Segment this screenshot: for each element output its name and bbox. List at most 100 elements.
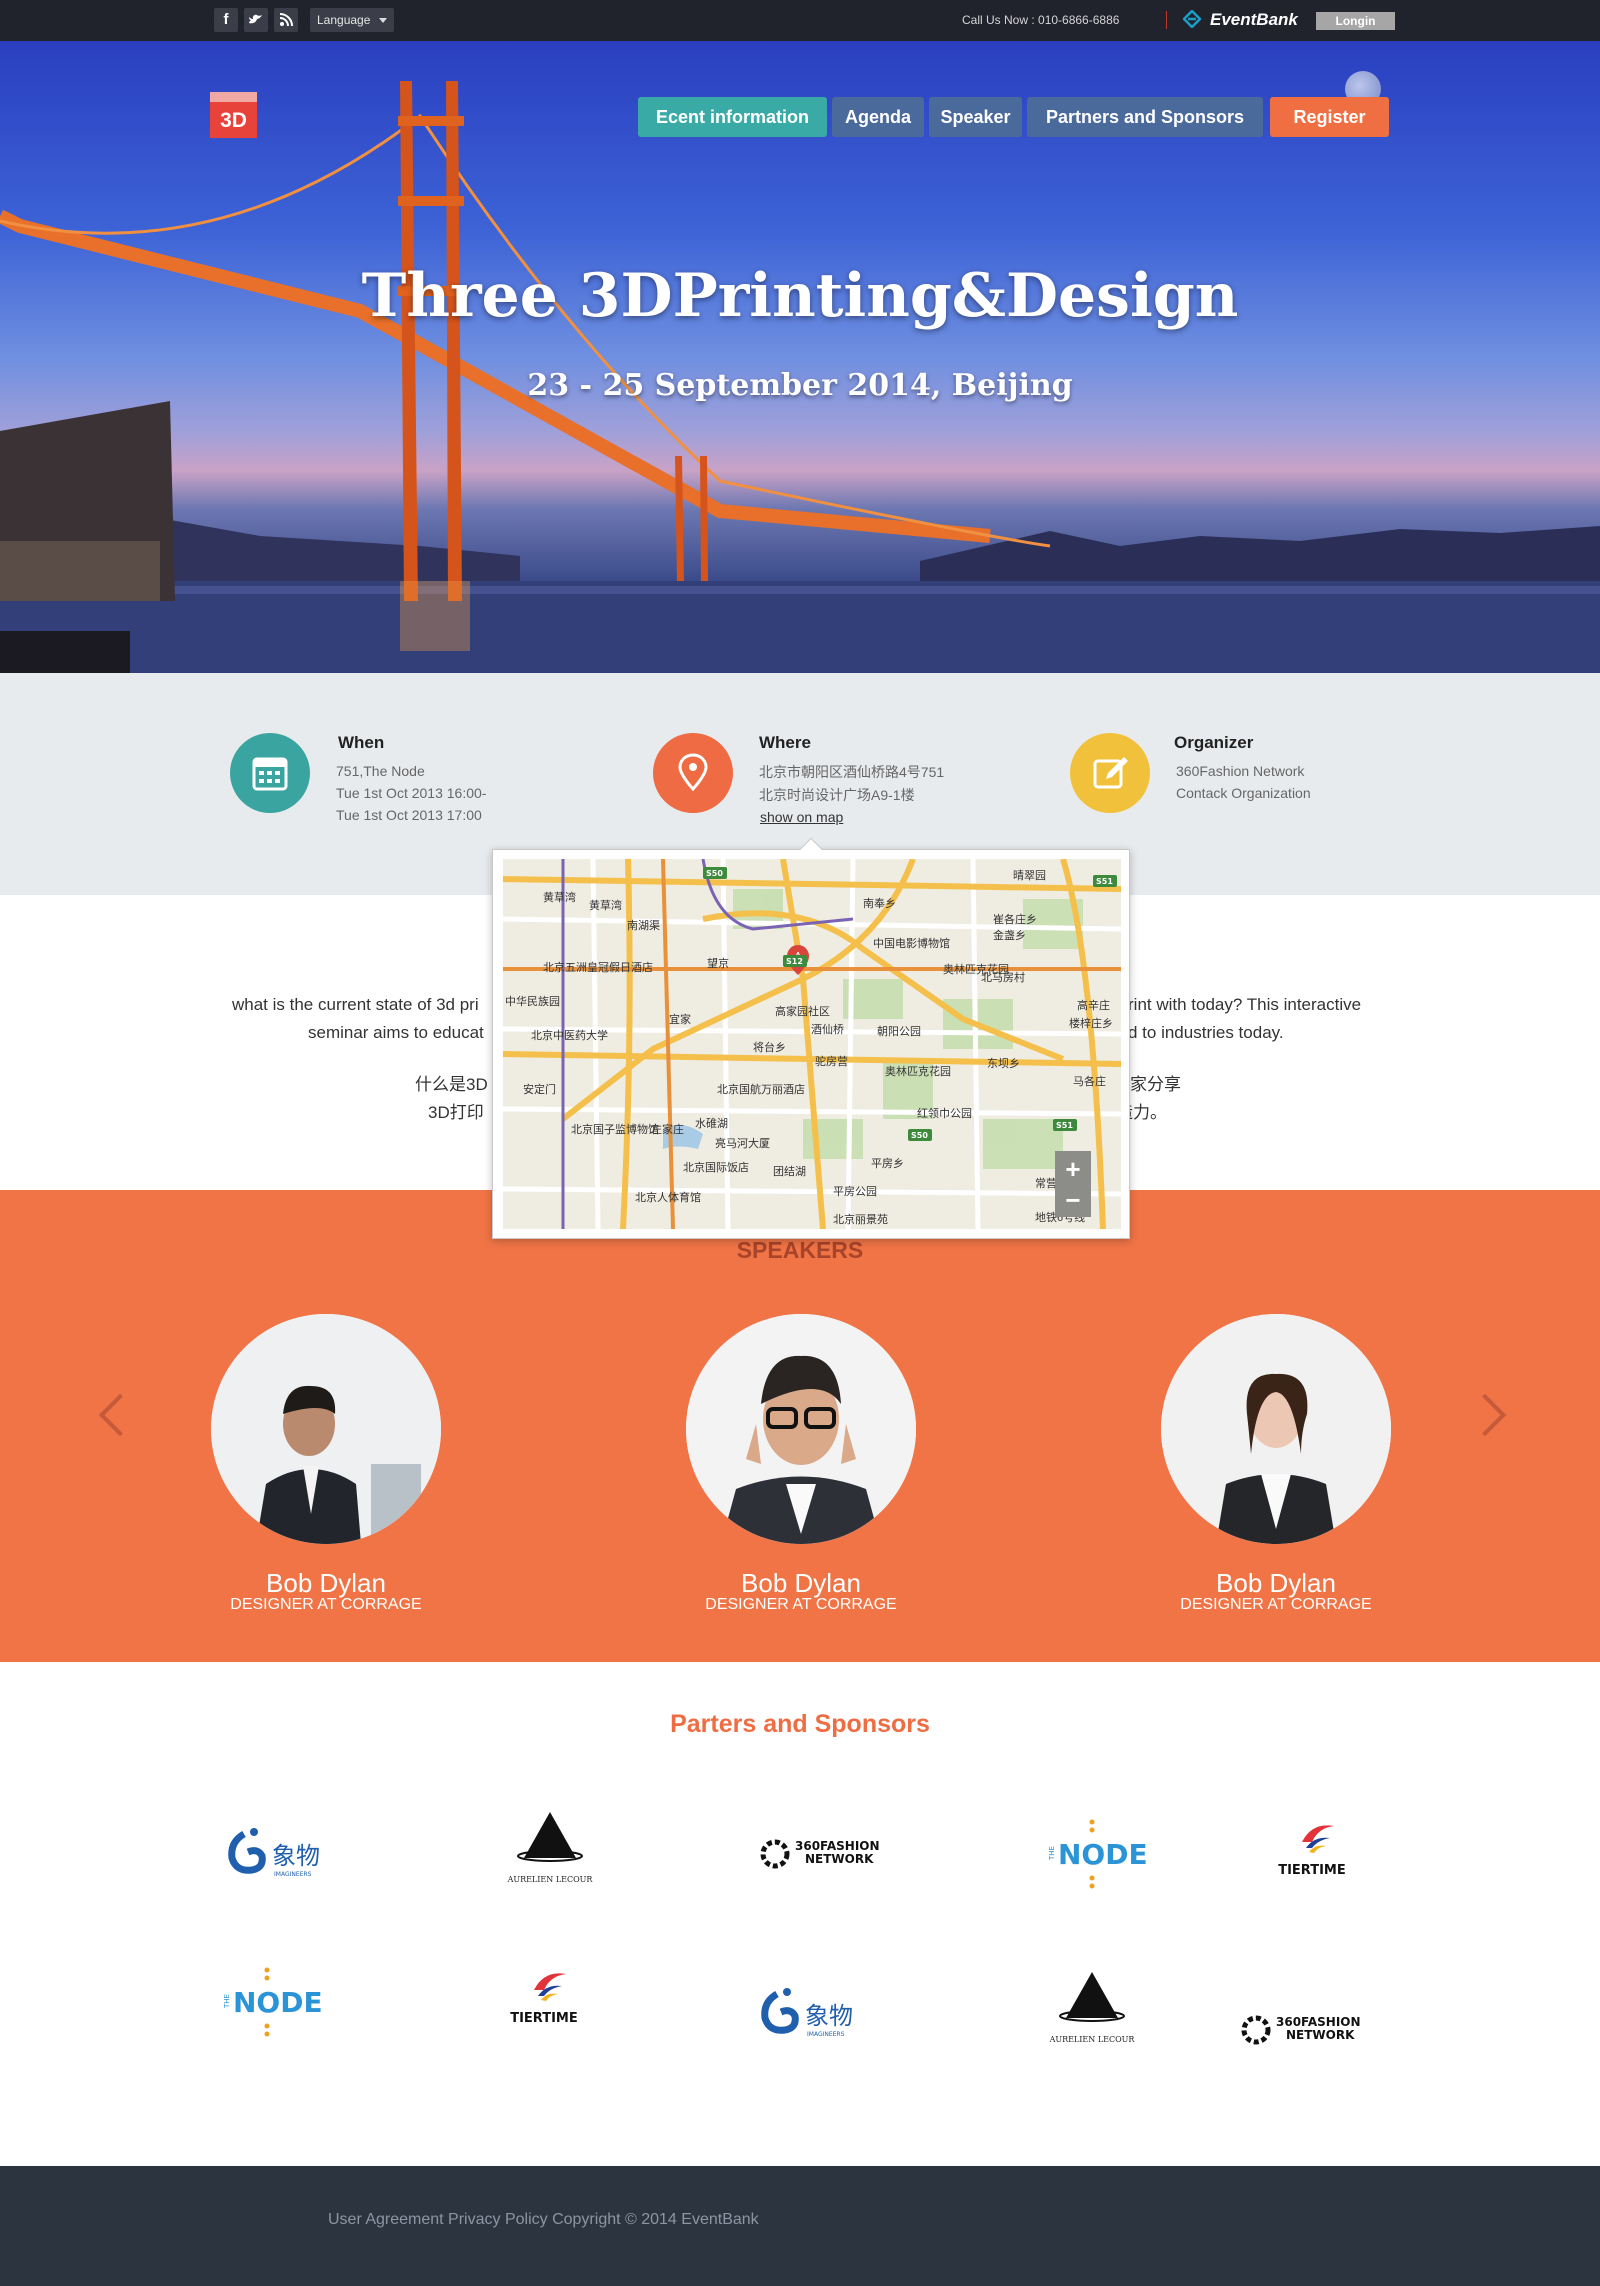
map-label: 驼房营: [815, 1056, 848, 1068]
map-label: 安定门: [523, 1084, 556, 1096]
map-label: 高辛庄: [1077, 1000, 1110, 1012]
speakers-title: SPEAKERS: [736, 1237, 864, 1263]
speaker-name[interactable]: Bob Dylan: [636, 1568, 966, 1599]
speaker-role: DESIGNER AT CORRAGE: [230, 1596, 422, 1613]
avatar[interactable]: [211, 1314, 441, 1544]
tiertime-logo[interactable]: TIERTIME: [1242, 1812, 1382, 1892]
nav-event-information[interactable]: Ecent information: [638, 97, 827, 137]
chevron-right-icon[interactable]: [1463, 1393, 1507, 1437]
map-label: 亮马河大厦: [715, 1138, 770, 1150]
svg-text:象物: 象物: [272, 1842, 320, 1870]
svg-text:TIERTIME: TIERTIME: [1278, 1863, 1346, 1878]
footer-links[interactable]: User Agreement Privacy Policy Copyright …: [328, 2211, 759, 2229]
map-label: 北京人体育馆: [635, 1192, 701, 1204]
xiangwu-logo[interactable]: 象物 IMAGINEERS: [222, 1812, 362, 1892]
speaker-role: DESIGNER AT CORRAGE: [705, 1596, 897, 1613]
when-line-1: 751,The Node: [336, 763, 425, 779]
map-canvas[interactable]: A S50S51S51S50S12 南奉乡 奥林匹克花园 黄草湾 北京五洲皇冠假…: [503, 859, 1121, 1229]
map-label: 金盏乡: [993, 930, 1026, 942]
zoom-in-button[interactable]: +: [1055, 1151, 1091, 1187]
rss-icon[interactable]: [274, 8, 298, 32]
map-label: 晴翠园: [1013, 870, 1046, 882]
where-title: Where: [759, 733, 811, 752]
svg-text:360FASHION: 360FASHION: [795, 1839, 880, 1853]
description-zh-1-right: 家分享: [1130, 1075, 1181, 1094]
map-label: 望京: [707, 958, 729, 970]
aurelien-lecour-logo[interactable]: AURELIEN LECOUR: [1022, 1972, 1162, 2052]
twitter-icon[interactable]: [244, 8, 268, 32]
360fashion-logo[interactable]: 360FASHION NETWORK: [755, 1812, 895, 1892]
avatar[interactable]: [1161, 1314, 1391, 1544]
svg-text:TIERTIME: TIERTIME: [510, 2011, 578, 2026]
language-dropdown[interactable]: Language: [310, 8, 394, 32]
when-line-2: Tue 1st Oct 2013 16:00-: [336, 785, 487, 801]
map-label: 酒仙桥: [811, 1024, 844, 1036]
the-node-logo[interactable]: NODE THE: [1022, 1812, 1162, 1892]
map-label: 北京国子监博物馆: [571, 1124, 659, 1136]
map-label: 北京丽景苑: [833, 1214, 888, 1226]
page: f Language Call Us Now : 010-6866-6886 E…: [0, 0, 1600, 2286]
map-label: 南奉乡: [863, 898, 896, 910]
svg-text:THE: THE: [223, 1994, 231, 2009]
event-title: Three 3DPrinting&Design: [361, 261, 1239, 331]
aurelien-lecour-logo[interactable]: AURELIEN LECOUR: [480, 1812, 620, 1892]
facebook-icon[interactable]: f: [214, 8, 238, 32]
when-title: When: [338, 733, 385, 752]
map-label: 朝阳公园: [877, 1026, 921, 1038]
nav-partners-sponsors[interactable]: Partners and Sponsors: [1027, 97, 1263, 137]
avatar[interactable]: [686, 1314, 916, 1544]
svg-text:IMAGINEERS: IMAGINEERS: [807, 2031, 845, 2038]
map-label: 高家园社区: [775, 1006, 830, 1018]
description-en-1-left: what is the current state of 3d pri: [232, 995, 479, 1014]
when-line-3: Tue 1st Oct 2013 17:00: [336, 807, 482, 823]
organizer-line-1[interactable]: 360Fashion Network: [1176, 763, 1304, 779]
map-label: 中国电影博物馆: [873, 938, 950, 950]
360fashion-logo[interactable]: 360FASHION NETWORK: [1236, 1988, 1376, 2068]
chevron-left-icon[interactable]: [98, 1393, 142, 1437]
login-button[interactable]: Longin: [1316, 12, 1395, 30]
location-pin-icon: [653, 733, 733, 813]
map-label: 北京国航万丽酒店: [717, 1084, 805, 1096]
map-label: 黄草湾: [543, 892, 576, 904]
speakers-section: SPEAKERS Bob Dylan DESIGNER AT CORRAGE B…: [0, 1190, 1600, 1662]
svg-text:THE: THE: [1048, 1846, 1056, 1861]
register-button[interactable]: Register: [1270, 97, 1389, 137]
eventbank-brand[interactable]: EventBank: [1210, 10, 1298, 30]
footer: User Agreement Privacy Policy Copyright …: [0, 2166, 1600, 2286]
where-line-1: 北京市朝阳区酒仙桥路4号751: [759, 764, 945, 780]
svg-text:IMAGINEERS: IMAGINEERS: [274, 1871, 312, 1878]
xiangwu-logo[interactable]: 象物 IMAGINEERS: [755, 1972, 895, 2052]
map-label: 北京五洲皇冠假日酒店: [543, 962, 653, 974]
map-label: 奥林匹克花园: [885, 1066, 951, 1078]
svg-text:AURELIEN LECOUR: AURELIEN LECOUR: [1049, 2035, 1136, 2044]
show-on-map-link[interactable]: show on map: [760, 809, 843, 825]
nav-speaker[interactable]: Speaker: [929, 97, 1022, 137]
description-en-1-right: rint with today? This interactive: [1128, 995, 1362, 1014]
tiertime-logo[interactable]: TIERTIME: [474, 1960, 614, 2040]
speaker-name[interactable]: Bob Dylan: [161, 1568, 491, 1599]
map-label: 马各庄: [1073, 1076, 1106, 1088]
site-logo[interactable]: 3D: [210, 92, 257, 138]
svg-text:AURELIEN LECOUR: AURELIEN LECOUR: [507, 1875, 594, 1884]
map-label: 团结湖: [773, 1166, 806, 1178]
svg-text:NODE: NODE: [233, 1986, 323, 2019]
description-en-2-left: seminar aims to educat: [308, 1023, 484, 1042]
speaker-name[interactable]: Bob Dylan: [1111, 1568, 1441, 1599]
the-node-logo[interactable]: NODE THE: [205, 1960, 345, 2040]
map-label: 宜家: [669, 1014, 691, 1026]
description-zh-2-left: 3D打印: [428, 1103, 484, 1122]
map-label: 东坝乡: [987, 1058, 1020, 1070]
nav-agenda[interactable]: Agenda: [832, 97, 924, 137]
map-label: 南湖渠: [627, 920, 660, 932]
zoom-out-button[interactable]: −: [1055, 1187, 1091, 1217]
map-popup[interactable]: A S50S51S51S50S12 南奉乡 奥林匹克花园 黄草湾 北京五洲皇冠假…: [492, 837, 1130, 1239]
map-label: 将台乡: [753, 1042, 786, 1054]
chevron-down-icon: [379, 18, 387, 23]
event-subtitle: 23 - 25 September 2014, Beijing: [527, 368, 1073, 403]
map-label: 水碓湖: [695, 1118, 728, 1130]
svg-text:S12: S12: [786, 957, 803, 966]
top-bar: f Language Call Us Now : 010-6866-6886 E…: [0, 0, 1600, 41]
organizer-line-2[interactable]: Contack Organization: [1176, 785, 1311, 801]
svg-text:360FASHION: 360FASHION: [1276, 2015, 1361, 2029]
call-us-text: Call Us Now : 010-6866-6886: [962, 13, 1120, 27]
